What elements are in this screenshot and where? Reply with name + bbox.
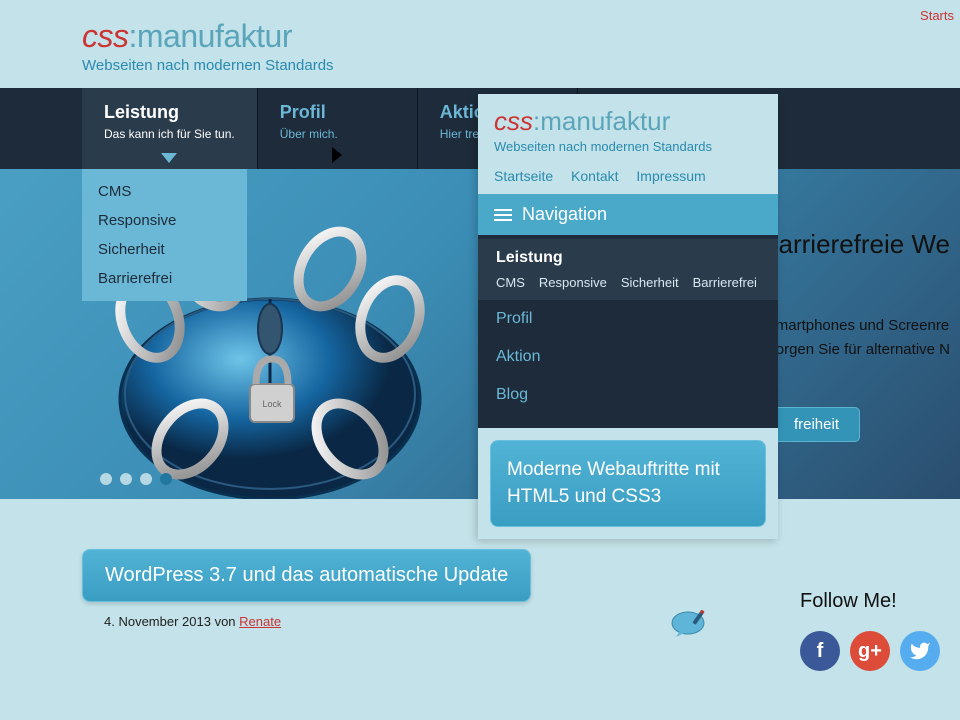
logo-part2: manufaktur [137, 18, 292, 54]
nav-sub: Das kann ich für Sie tun. [104, 127, 235, 141]
panel-links: Startseite Kontakt Impressum [478, 164, 778, 194]
post-title[interactable]: WordPress 3.7 und das automatische Updat… [82, 549, 531, 602]
logo-part2: manufaktur [540, 106, 670, 136]
nav-label: Leistung [104, 102, 235, 123]
facebook-icon[interactable]: f [800, 631, 840, 671]
logo-part1: css [494, 106, 533, 136]
panel-item[interactable]: Profil [478, 300, 778, 338]
slider-dot-active[interactable] [160, 473, 172, 485]
panel-logo[interactable]: css:manufaktur [494, 106, 762, 137]
panel-tagline: Webseiten nach modernen Standards [494, 139, 762, 154]
hero-line: orgen Sie für alternative N [776, 338, 950, 362]
panel-nav-toggle[interactable]: Navigation [478, 194, 778, 235]
header: css:manufaktur Webseiten nach modernen S… [0, 0, 960, 74]
svg-text:Lock: Lock [262, 399, 282, 409]
panel-sub-link[interactable]: CMS [496, 275, 525, 290]
panel-sub-link[interactable]: Barrierefrei [693, 275, 757, 290]
post-author-link[interactable]: Renate [239, 614, 281, 629]
slider-dot[interactable] [120, 473, 132, 485]
follow-heading: Follow Me! [800, 590, 940, 613]
panel-item[interactable]: Blog [478, 376, 778, 414]
tagline: Webseiten nach modernen Standards [82, 57, 960, 74]
hero-line: martphones und Screenre [776, 314, 950, 338]
panel-item[interactable]: Aktion [478, 338, 778, 376]
top-link[interactable]: Starts [920, 8, 954, 23]
panel-header: css:manufaktur Webseiten nach modernen S… [478, 94, 778, 164]
panel-sub-link[interactable]: Responsive [539, 275, 607, 290]
panel-nav-label: Navigation [522, 204, 607, 225]
dropdown-item[interactable]: Sicherheit [82, 235, 247, 264]
panel-sub-link[interactable]: Sicherheit [621, 275, 679, 290]
hero-title: barrierefreie We [764, 229, 950, 260]
logo-part1: css [82, 18, 129, 54]
post-date: 4. November 2013 [104, 614, 211, 629]
panel-group-subs: CMS Responsive Sicherheit Barrierefrei [496, 275, 760, 290]
post-by: von [215, 614, 236, 629]
site-logo[interactable]: css:manufaktur [82, 18, 960, 55]
comment-icon[interactable] [670, 609, 710, 639]
dropdown-item[interactable]: CMS [82, 177, 247, 206]
panel-group-leistung[interactable]: Leistung CMS Responsive Sicherheit Barri… [478, 239, 778, 300]
nav-profil[interactable]: Profil Über mich. [258, 88, 418, 169]
dropdown-item[interactable]: Barrierefrei [82, 264, 247, 293]
hamburger-icon [494, 206, 512, 224]
sidebar: Follow Me! f g+ [800, 590, 940, 671]
logo-sep: : [129, 18, 137, 54]
twitter-icon[interactable] [900, 631, 940, 671]
nav-label: Profil [280, 102, 395, 123]
slider-dot[interactable] [140, 473, 152, 485]
panel-banner[interactable]: Moderne Webauftritte mit HTML5 und CSS3 [490, 440, 766, 527]
panel-link[interactable]: Startseite [494, 168, 553, 184]
hero-button[interactable]: freiheit [773, 407, 860, 442]
dropdown-item[interactable]: Responsive [82, 206, 247, 235]
panel-menu: Leistung CMS Responsive Sicherheit Barri… [478, 235, 778, 428]
social-icons: f g+ [800, 631, 940, 671]
panel-link[interactable]: Impressum [636, 168, 705, 184]
chevron-down-icon [161, 153, 177, 163]
panel-link[interactable]: Kontakt [571, 168, 618, 184]
chevron-right-icon [332, 147, 342, 163]
dropdown-leistung: CMS Responsive Sicherheit Barrierefrei [82, 169, 247, 301]
slider-dots [100, 473, 172, 485]
nav-sub: Über mich. [280, 127, 395, 141]
nav-leistung[interactable]: Leistung Das kann ich für Sie tun. [82, 88, 258, 169]
mobile-panel: css:manufaktur Webseiten nach modernen S… [478, 94, 778, 539]
googleplus-icon[interactable]: g+ [850, 631, 890, 671]
slider-dot[interactable] [100, 473, 112, 485]
hero-body: martphones und Screenre orgen Sie für al… [776, 314, 950, 362]
panel-group-title: Leistung [496, 249, 760, 267]
